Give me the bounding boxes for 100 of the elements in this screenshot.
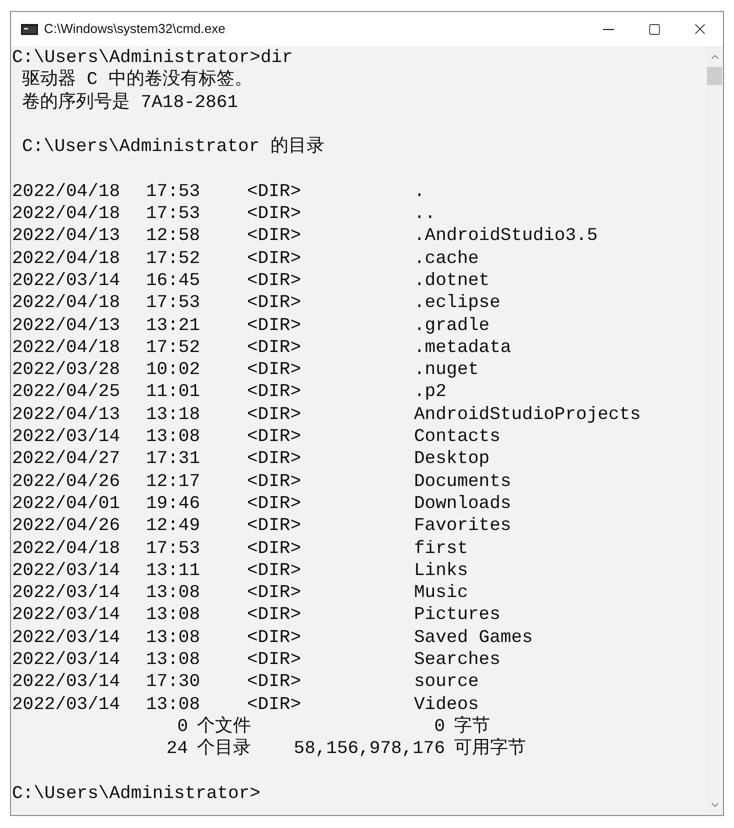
dir-tag: <DIR> xyxy=(247,694,414,716)
date-text: 2022/04/18 xyxy=(12,538,122,560)
time-text: 13:21 xyxy=(146,314,202,337)
time-text: 13:08 xyxy=(146,426,202,448)
date-text: 2022/04/13 xyxy=(12,225,122,248)
file-name: Searches xyxy=(414,649,500,672)
file-name: .eclipse xyxy=(414,292,500,315)
date-text: 2022/03/14 xyxy=(12,582,122,604)
minimize-icon xyxy=(602,28,614,30)
date-text: 2022/03/14 xyxy=(12,270,122,292)
byte-unit: 字节 xyxy=(454,716,490,738)
time-text: 17:31 xyxy=(146,448,202,471)
command-prompt: C:\Users\Administrator> xyxy=(12,782,262,806)
file-name: Desktop xyxy=(414,448,490,471)
file-name: Contacts xyxy=(414,426,500,448)
date-text: 2022/04/13 xyxy=(12,404,122,426)
console-icon xyxy=(21,24,38,34)
scrollbar[interactable] xyxy=(706,46,723,815)
time-text: 13:11 xyxy=(146,560,202,582)
time-text: 17:53 xyxy=(146,180,202,204)
dir-tag: <DIR> xyxy=(247,404,414,426)
date-text: 2022/04/01 xyxy=(12,492,122,516)
dir-tag: <DIR> xyxy=(247,560,414,582)
count-label: 个目录 xyxy=(197,738,252,760)
listing-header: C:\Users\Administrator 的目录 xyxy=(21,136,326,158)
file-name: .cache xyxy=(414,248,479,270)
time-text: 13:08 xyxy=(146,626,202,650)
dir-tag: <DIR> xyxy=(247,225,414,248)
file-name: Links xyxy=(414,560,468,582)
date-text: 2022/03/14 xyxy=(12,426,122,448)
file-name: Documents xyxy=(414,470,512,493)
date-text: 2022/04/18 xyxy=(12,180,122,204)
date-text: 2022/04/18 xyxy=(12,292,122,315)
date-text: 2022/04/25 xyxy=(12,381,122,404)
maximize-icon xyxy=(648,22,660,36)
time-text: 17:53 xyxy=(146,538,202,560)
date-text: 2022/04/13 xyxy=(12,314,122,337)
date-text: 2022/04/18 xyxy=(12,248,122,270)
file-name: .gradle xyxy=(414,314,490,337)
file-name: Music xyxy=(414,582,468,604)
date-text: 2022/03/28 xyxy=(12,359,122,382)
time-text: 13:08 xyxy=(146,649,202,672)
command-line: C:\Users\Administrator>dir xyxy=(12,47,294,69)
dir-tag: <DIR> xyxy=(247,515,414,538)
dir-tag: <DIR> xyxy=(247,582,414,604)
dir-tag: <DIR> xyxy=(247,649,414,672)
date-text: 2022/04/26 xyxy=(12,470,122,493)
window-title: C:\Windows\system32\cmd.exe xyxy=(44,20,226,38)
dir-tag: <DIR> xyxy=(247,538,414,560)
dir-tag: <DIR> xyxy=(247,604,414,627)
byte-unit: 可用字节 xyxy=(454,738,526,760)
dir-tag: <DIR> xyxy=(247,203,414,226)
file-name: . xyxy=(414,180,425,204)
date-text: 2022/04/27 xyxy=(12,448,122,471)
file-name: Favorites xyxy=(414,515,512,538)
time-text: 13:08 xyxy=(146,694,202,716)
count-text: 0 xyxy=(176,716,188,738)
file-name: .p2 xyxy=(414,381,446,404)
date-text: 2022/04/18 xyxy=(12,336,122,360)
file-name: .nuget xyxy=(414,359,479,382)
dir-tag: <DIR> xyxy=(247,671,414,694)
file-name: .AndroidStudio3.5 xyxy=(414,225,598,248)
date-text: 2022/03/14 xyxy=(12,604,122,627)
time-text: 12:58 xyxy=(146,225,202,248)
time-text: 17:52 xyxy=(146,248,202,270)
file-name: Videos xyxy=(414,694,479,716)
dir-tag: <DIR> xyxy=(247,336,414,360)
file-name: source xyxy=(414,671,479,694)
date-text: 2022/03/14 xyxy=(12,626,122,650)
time-text: 16:45 xyxy=(146,270,202,292)
file-name: AndroidStudioProjects xyxy=(414,404,641,426)
time-text: 17:53 xyxy=(146,292,202,315)
dir-tag: <DIR> xyxy=(247,270,414,292)
byte-count: 0 xyxy=(433,716,445,738)
file-name: .metadata xyxy=(414,336,512,360)
volume-info: 驱动器 C 中的卷没有标签。 xyxy=(21,69,254,92)
time-text: 11:01 xyxy=(146,381,202,404)
time-text: 10:02 xyxy=(146,359,202,382)
time-text: 19:46 xyxy=(146,492,202,516)
dir-tag: <DIR> xyxy=(247,448,414,471)
date-text: 2022/03/14 xyxy=(12,560,122,582)
dir-tag: <DIR> xyxy=(247,180,414,204)
scroll-thumb[interactable] xyxy=(707,67,722,85)
dir-tag: <DIR> xyxy=(247,314,414,337)
date-text: 2022/04/26 xyxy=(12,515,122,538)
count-text: 24 xyxy=(165,738,188,760)
time-text: 12:17 xyxy=(146,470,202,493)
file-name: .dotnet xyxy=(414,270,490,292)
date-text: 2022/04/18 xyxy=(12,203,122,226)
dir-tag: <DIR> xyxy=(247,492,414,516)
dir-tag: <DIR> xyxy=(247,470,414,493)
file-name: .. xyxy=(414,203,436,226)
dir-tag: <DIR> xyxy=(247,626,414,650)
time-text: 12:49 xyxy=(146,515,202,538)
dir-tag: <DIR> xyxy=(247,381,414,404)
dir-tag: <DIR> xyxy=(247,248,414,270)
file-name: Downloads xyxy=(414,492,512,516)
dir-tag: <DIR> xyxy=(247,292,414,315)
file-name: first xyxy=(414,538,468,560)
time-text: 17:30 xyxy=(146,671,202,694)
